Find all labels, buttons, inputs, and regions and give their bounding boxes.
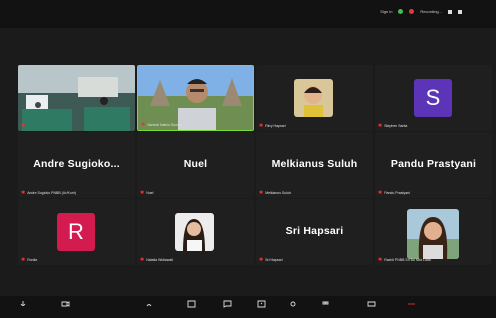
participant-grid: ✱ ✱ Samuel Nainiu Sumba ✱ Rirry Hapsari S ✱ S… xyxy=(18,65,492,265)
mic-muted-icon: ✱ xyxy=(378,190,383,196)
mic-muted-icon: ✱ xyxy=(141,122,146,128)
participant-label: ✱ Melkianus Suluh xyxy=(259,190,291,196)
toolbar-icon xyxy=(407,303,415,305)
participant-label: ✱ Rirry Hapsari xyxy=(259,123,286,129)
room-video xyxy=(18,65,135,131)
participant-tile[interactable]: S ✱ Stephen Sarita xyxy=(375,65,492,131)
sign-in-link[interactable]: Sign in xyxy=(380,9,392,14)
participant-name: Andre Sugioko PNBB (Ur/Kurir) xyxy=(27,191,77,195)
toolbar-icon xyxy=(322,301,328,305)
toolbar-icon xyxy=(146,304,151,307)
stop-icon[interactable] xyxy=(458,9,462,14)
participant-display-name: Andre Sugioko... xyxy=(33,158,120,170)
participant-name: Melkianus Suluh xyxy=(265,191,291,195)
participant-tile[interactable]: Melkianus Suluh ✱ Melkianus Suluh xyxy=(256,132,373,198)
top-bar: Sign in Recording... xyxy=(0,0,496,28)
toolbar-icon xyxy=(61,301,69,307)
pause-icon[interactable] xyxy=(448,9,452,14)
participant-label: ✱ Pandu Prastyani xyxy=(378,190,410,196)
participant-name: Nuel xyxy=(146,191,154,195)
participant-name: Samuel Nainiu Sumba xyxy=(147,123,183,127)
toolbar-button-apps[interactable] xyxy=(362,300,380,314)
participant-label: ✱ Samuel Nainiu Sumba xyxy=(141,122,182,128)
participant-label: ✱ Andre Sugioko PNBB (Ur/Kurir) xyxy=(21,190,76,196)
record-icon xyxy=(409,9,415,14)
avatar: S xyxy=(414,79,452,117)
toolbar-icon xyxy=(290,301,295,307)
mic-muted-icon: ✱ xyxy=(259,257,264,263)
mic-muted-icon: ✱ xyxy=(21,190,26,196)
meeting-toolbar xyxy=(0,296,496,318)
participant-label: ✱ Stephen Sarita xyxy=(378,123,407,129)
toolbar-icon xyxy=(20,301,25,306)
toolbar-icon xyxy=(223,300,231,308)
participant-tile[interactable]: ✱ Rachli PNBB Sri Bu Nita Liata xyxy=(375,199,492,265)
participant-tile[interactable]: Pandu Prastyani ✱ Pandu Prastyani xyxy=(375,132,492,198)
participant-photo xyxy=(175,213,214,251)
participant-display-name: Pandu Prastyani xyxy=(390,158,477,170)
shield-icon xyxy=(398,9,404,14)
participant-label: ✱ xyxy=(21,123,27,129)
mic-muted-icon: ✱ xyxy=(259,190,264,196)
toolbar-button-leave[interactable] xyxy=(402,300,420,314)
participant-tile[interactable]: R ✱ Ronila xyxy=(18,199,135,265)
participant-label: ✱ Rachli PNBB Sri Bu Nita Liata xyxy=(378,257,431,263)
participant-label: ✱ Ronila xyxy=(21,257,37,263)
participant-tile[interactable]: Sri Hapsari ✱ Sri Hapsari xyxy=(256,199,373,265)
participant-display-name: Melkianus Suluh xyxy=(271,158,358,170)
toolbar-icon xyxy=(367,301,375,307)
recording-label: Recording... xyxy=(420,9,442,14)
participant-tile[interactable]: Nuel ✱ Nuel xyxy=(137,132,254,198)
mic-muted-icon: ✱ xyxy=(140,257,145,263)
mic-muted-icon: ✱ xyxy=(259,123,264,129)
participant-photo xyxy=(407,209,459,259)
status-area: Sign in Recording... xyxy=(380,9,462,14)
participant-label: ✱ Nuel xyxy=(140,190,153,196)
toolbar-button-share-screen[interactable] xyxy=(252,300,270,314)
toolbar-button-video[interactable] xyxy=(56,300,74,314)
toolbar-button-audio[interactable] xyxy=(14,300,32,314)
mic-muted-icon: ✱ xyxy=(378,257,383,263)
participant-name: Stephen Sarita xyxy=(384,124,408,128)
avatar: R xyxy=(57,213,95,251)
participant-name: Sri Hapsari xyxy=(265,258,283,262)
mic-muted-icon: ✱ xyxy=(21,257,26,263)
toolbar-button-record[interactable] xyxy=(284,300,302,314)
toolbar-button-chat[interactable] xyxy=(218,300,236,314)
participant-name: Natalia Widiawati xyxy=(146,258,174,262)
participant-name: Rachli PNBB Sri Bu Nita Liata xyxy=(384,258,431,262)
participant-label: ✱ Natalia Widiawati xyxy=(140,257,173,263)
toolbar-button-share[interactable] xyxy=(182,300,200,314)
participant-label: ✱ Sri Hapsari xyxy=(259,257,283,263)
toolbar-icon xyxy=(187,300,195,308)
participant-display-name: Nuel xyxy=(183,158,208,170)
toolbar-button-participants[interactable] xyxy=(140,300,158,314)
participant-tile[interactable]: Andre Sugioko... ✱ Andre Sugioko PNBB (Ur/… xyxy=(18,132,135,198)
participant-tile[interactable]: ✱ xyxy=(18,65,135,131)
toolbar-button-reactions[interactable] xyxy=(316,300,334,314)
mic-muted-icon: ✱ xyxy=(140,190,145,196)
participant-name: Rirry Hapsari xyxy=(265,124,286,128)
participant-name: Pandu Prastyani xyxy=(384,191,410,195)
mic-muted-icon: ✱ xyxy=(21,123,26,129)
participant-tile[interactable]: ✱ Natalia Widiawati xyxy=(137,199,254,265)
participant-tile[interactable]: ✱ Samuel Nainiu Sumba xyxy=(137,65,254,131)
participant-tile[interactable]: ✱ Rirry Hapsari xyxy=(256,65,373,131)
participant-name: Ronila xyxy=(27,258,38,262)
toolbar-icon xyxy=(257,300,265,308)
mic-muted-icon: ✱ xyxy=(378,123,383,129)
participant-display-name: Sri Hapsari xyxy=(285,225,344,237)
participant-photo xyxy=(294,79,333,117)
